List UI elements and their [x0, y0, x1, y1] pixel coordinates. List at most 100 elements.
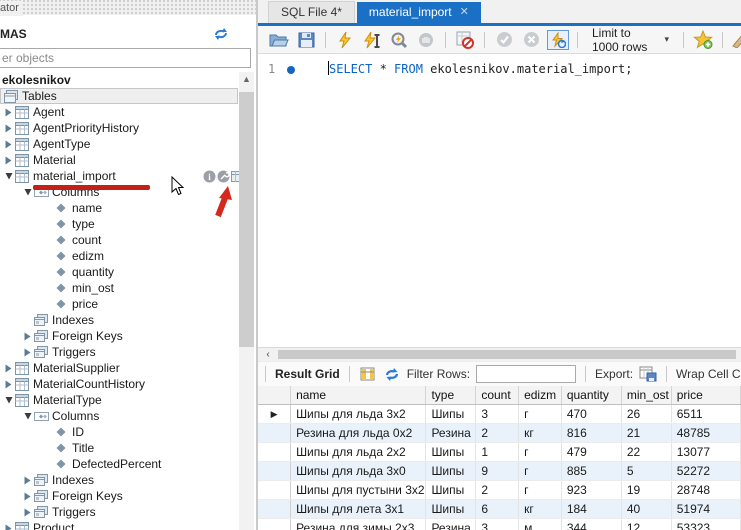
column-header-type[interactable]: type	[426, 386, 476, 405]
expand-arrow-icon[interactable]	[23, 348, 32, 357]
collapse-arrow-icon[interactable]	[23, 188, 32, 196]
column-header-quantity[interactable]: quantity	[561, 386, 621, 405]
expand-arrow-icon[interactable]	[4, 364, 13, 373]
cell[interactable]: 13077	[671, 443, 740, 462]
grid-view-icon[interactable]	[359, 366, 377, 382]
cell[interactable]: 6511	[671, 405, 740, 424]
column-header-name[interactable]: name	[291, 386, 426, 405]
column-header-count[interactable]: count	[476, 386, 519, 405]
tree-item-agent[interactable]: Agent	[0, 104, 238, 120]
tree-item-triggers[interactable]: Triggers	[0, 504, 238, 520]
cell[interactable]: Шипы для лета 3x1	[291, 500, 426, 519]
autocommit-toggle-icon[interactable]	[547, 30, 569, 50]
cell[interactable]: 923	[561, 481, 621, 500]
cell[interactable]: 3	[476, 405, 519, 424]
expand-arrow-icon[interactable]	[23, 492, 32, 501]
open-file-icon[interactable]	[268, 30, 290, 50]
tree-item-edizm[interactable]: edizm	[0, 248, 238, 264]
tree-item-product[interactable]: Product	[0, 520, 238, 530]
cell[interactable]: кг	[519, 424, 562, 443]
row-marker[interactable]	[258, 519, 291, 530]
cell[interactable]: Резина для зимы 2x3	[291, 519, 426, 530]
tab-sql-file-4-[interactable]: SQL File 4*	[268, 1, 355, 23]
row-marker[interactable]	[258, 481, 291, 500]
tree-item-tables[interactable]: Tables	[0, 88, 238, 104]
table-row[interactable]: Шипы для пустыни 3x2Шипы2г9231928748	[258, 481, 741, 500]
refresh-grid-icon[interactable]	[383, 366, 401, 382]
tab-material-import[interactable]: material_import✕	[357, 2, 481, 23]
tree-item-indexes[interactable]: Indexes	[0, 472, 238, 488]
tree-item-foreign-keys[interactable]: Foreign Keys	[0, 488, 238, 504]
limit-rows-dropdown[interactable]: Limit to 1000 rows ▾	[586, 26, 675, 54]
tree-item-name[interactable]: name	[0, 200, 238, 216]
tree-item-indexes[interactable]: Indexes	[0, 312, 238, 328]
explain-plan-icon[interactable]	[388, 30, 410, 50]
tree-scrollbar-thumb[interactable]	[239, 92, 254, 347]
expand-arrow-icon[interactable]	[4, 124, 13, 133]
hscroll-thumb[interactable]	[278, 350, 736, 359]
cell[interactable]: 12	[621, 519, 671, 530]
cell[interactable]: 52272	[671, 462, 740, 481]
scroll-up-icon[interactable]: ▲	[239, 72, 254, 87]
table-row[interactable]: Резина для льда 0x2Резина2кг8162148785	[258, 424, 741, 443]
expand-arrow-icon[interactable]	[4, 140, 13, 149]
export-grid-icon[interactable]	[639, 366, 657, 382]
tree-item-ekolesnikov[interactable]: ekolesnikov	[0, 72, 238, 88]
rollback-icon[interactable]	[520, 30, 542, 50]
cell[interactable]: 51974	[671, 500, 740, 519]
tree-item-defectedpercent[interactable]: DefectedPercent	[0, 456, 238, 472]
tree-item-id[interactable]: ID	[0, 424, 238, 440]
tree-item-triggers[interactable]: Triggers	[0, 344, 238, 360]
tree-item-materialcounthistory[interactable]: MaterialCountHistory	[0, 376, 238, 392]
cell[interactable]: 885	[561, 462, 621, 481]
table-row[interactable]: Шипы для льда 2x2Шипы1г4792213077	[258, 443, 741, 462]
result-grid-body[interactable]: ▶Шипы для льда 3x2Шипы3г470266511Резина …	[258, 405, 741, 530]
column-header-price[interactable]: price	[671, 386, 740, 405]
row-marker[interactable]	[258, 424, 291, 443]
cell[interactable]: Резина для льда 0x2	[291, 424, 426, 443]
cell[interactable]: г	[519, 481, 562, 500]
expand-arrow-icon[interactable]	[4, 108, 13, 117]
cell[interactable]: Шипы для льда 2x2	[291, 443, 426, 462]
table-row[interactable]: Шипы для льда 3x0Шипы9г885552272	[258, 462, 741, 481]
stop-query-icon[interactable]	[415, 30, 437, 50]
tree-item-material[interactable]: Material	[0, 152, 238, 168]
table-row[interactable]: Резина для зимы 2x3Резина3м3441253323	[258, 519, 741, 530]
cell[interactable]: 184	[561, 500, 621, 519]
beautify-sql-icon[interactable]	[731, 30, 741, 50]
cell[interactable]: Шипы	[426, 405, 476, 424]
cell[interactable]: Шипы для льда 3x2	[291, 405, 426, 424]
cell[interactable]: Шипы	[426, 500, 476, 519]
cell[interactable]: 19	[621, 481, 671, 500]
cell[interactable]: 3	[476, 519, 519, 530]
cell[interactable]: 2	[476, 481, 519, 500]
cell[interactable]: 5	[621, 462, 671, 481]
table-row[interactable]: Шипы для лета 3x1Шипы6кг1844051974	[258, 500, 741, 519]
cell[interactable]: Шипы	[426, 443, 476, 462]
cell[interactable]: 816	[561, 424, 621, 443]
cell[interactable]: 21	[621, 424, 671, 443]
cell[interactable]: Шипы	[426, 462, 476, 481]
result-grid-table[interactable]: nametypecountedizmquantitymin_ostprice ▶…	[258, 386, 741, 530]
table-info-icon[interactable]: i	[203, 170, 216, 183]
stop-on-error-toggle-icon[interactable]	[454, 30, 476, 50]
cell[interactable]: 2	[476, 424, 519, 443]
tree-item-quantity[interactable]: quantity	[0, 264, 238, 280]
cell[interactable]: 40	[621, 500, 671, 519]
row-marker[interactable]	[258, 462, 291, 481]
cell[interactable]: Шипы	[426, 481, 476, 500]
expand-arrow-icon[interactable]	[23, 508, 32, 517]
tree-item-foreign-keys[interactable]: Foreign Keys	[0, 328, 238, 344]
execute-script-icon[interactable]	[334, 30, 356, 50]
save-file-icon[interactable]	[295, 30, 317, 50]
cell[interactable]: 9	[476, 462, 519, 481]
cell[interactable]: 53323	[671, 519, 740, 530]
tree-item-type[interactable]: type	[0, 216, 238, 232]
sql-code-editor[interactable]: 1 SELECT * FROM ekolesnikov.material_imp…	[258, 54, 741, 347]
collapse-arrow-icon[interactable]	[23, 412, 32, 420]
cell[interactable]: 26	[621, 405, 671, 424]
cell[interactable]: Шипы для льда 3x0	[291, 462, 426, 481]
tree-item-price[interactable]: price	[0, 296, 238, 312]
save-snippet-star-icon[interactable]	[692, 30, 714, 50]
cell[interactable]: 6	[476, 500, 519, 519]
